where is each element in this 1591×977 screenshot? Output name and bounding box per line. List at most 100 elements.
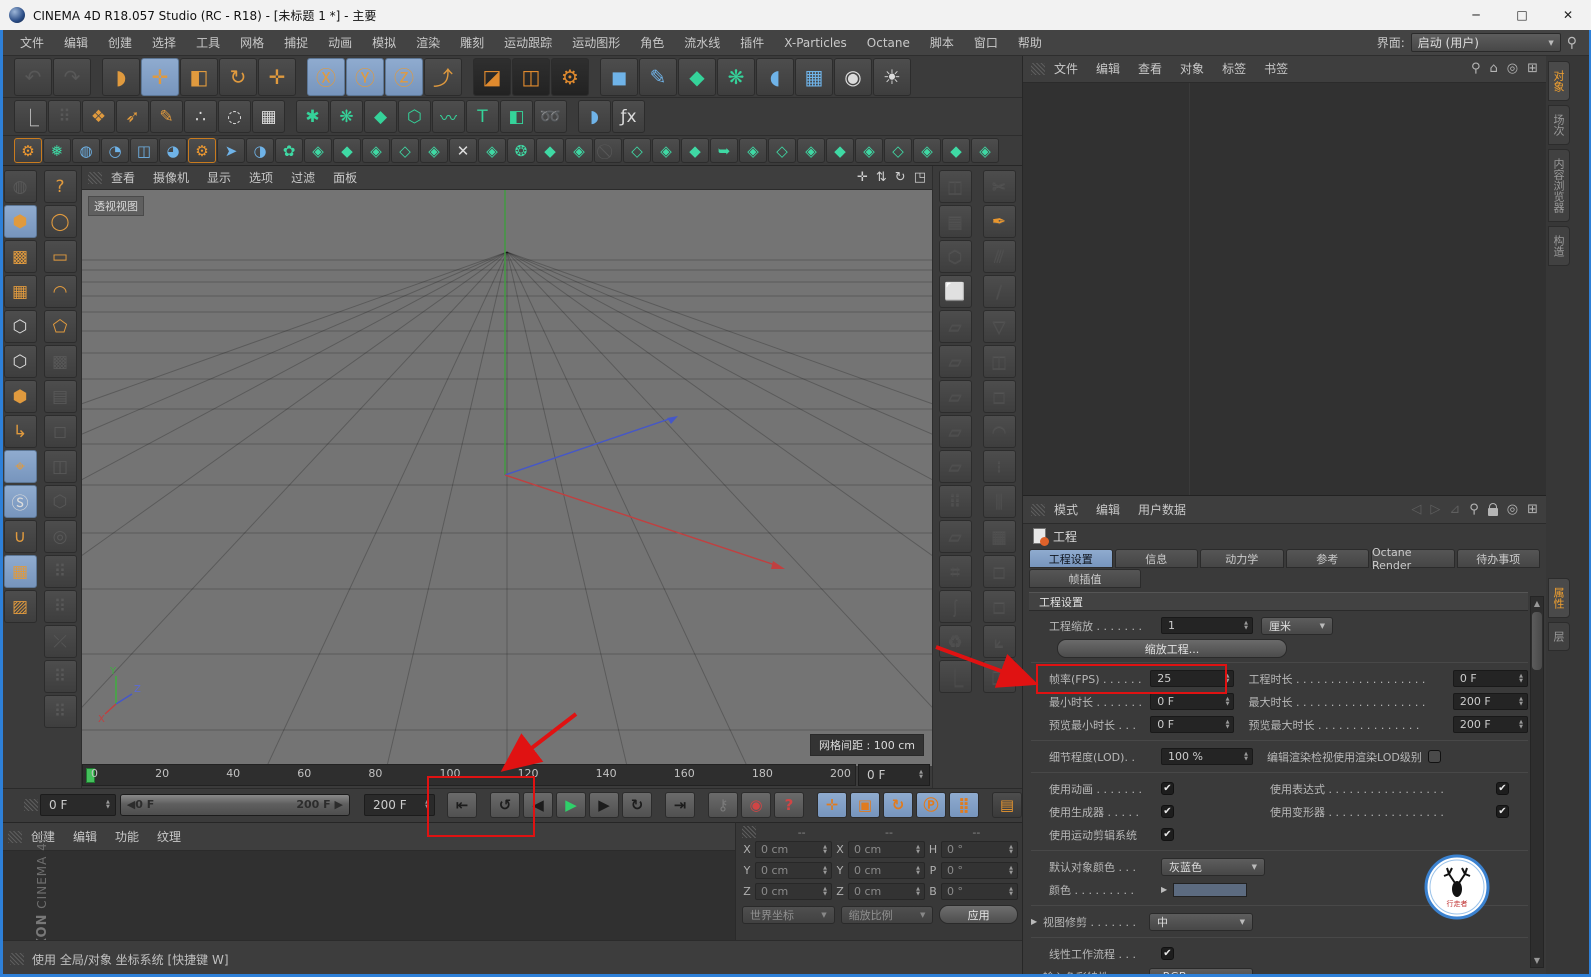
edges-mode-button[interactable]: ⬡ (4, 345, 37, 378)
lasso-selection-tool[interactable]: ◠ (44, 275, 77, 308)
render-settings-button[interactable]: ⚙ (551, 58, 589, 96)
menu-item[interactable]: 运动跟踪 (494, 34, 562, 51)
tab-info[interactable]: 信息 (1115, 549, 1199, 568)
xp-tool[interactable]: ◇ (391, 138, 419, 163)
viewport-solo-button[interactable]: ⌖ (4, 450, 37, 483)
world-coordinates-dropdown[interactable]: 世界坐标 (742, 906, 835, 924)
disabled-modeling-tool[interactable]: ▱ (939, 380, 972, 413)
xp-tool[interactable]: ✕ (449, 138, 477, 163)
color-swatch[interactable] (1173, 883, 1247, 897)
key-position-button[interactable]: ✛ (817, 792, 847, 818)
xp-tool[interactable]: ◈ (797, 138, 825, 163)
stepper[interactable] (423, 800, 431, 810)
disabled-modeling-tool[interactable]: ♻ (939, 625, 972, 658)
current-frame-field[interactable]: 0 F (858, 764, 930, 786)
disabled-modeling-tool[interactable]: ◠ (983, 415, 1016, 448)
disabled-tool[interactable]: ⤫ (44, 625, 77, 658)
xp-tool[interactable]: ❅ (43, 138, 71, 163)
disabled-modeling-tool[interactable]: ⬡ (939, 240, 972, 273)
panel-grip[interactable] (88, 172, 102, 184)
viewport-pan-icon[interactable]: ✛ (857, 170, 868, 185)
material-menu-item[interactable]: 纹理 (148, 828, 190, 845)
scale-z-field[interactable]: 0 cm (848, 883, 925, 900)
menu-item[interactable]: 捕捉 (274, 34, 318, 51)
autokeying-button[interactable]: ◉ (741, 792, 771, 818)
material-menu-item[interactable]: 编辑 (64, 828, 106, 845)
scale-project-button[interactable]: 缩放工程... (1057, 639, 1287, 658)
frame-range-slider[interactable]: ◀ 0 F 200 F ▶ (120, 794, 350, 816)
knife-tool[interactable]: ✒ (983, 205, 1016, 238)
xp-tool[interactable]: ◈ (652, 138, 680, 163)
linear-workflow-checkbox[interactable] (1161, 947, 1174, 960)
tab-key-interpolation[interactable]: 帧插值 (1029, 569, 1141, 588)
tab-project-settings[interactable]: 工程设置 (1029, 549, 1113, 568)
am-back-icon[interactable]: ◁ (1411, 502, 1421, 517)
live-selection-tool[interactable]: ◗ (102, 58, 140, 96)
disabled-tool[interactable]: ⠿ (44, 555, 77, 588)
disabled-tool[interactable]: ⠿ (44, 590, 77, 623)
am-menu-item[interactable]: 用户数据 (1129, 501, 1195, 518)
lock-z-axis-button[interactable]: Ⓩ (385, 58, 423, 96)
viewport-dolly-icon[interactable]: ⇅ (876, 170, 887, 185)
use-generators-checkbox[interactable] (1161, 805, 1174, 818)
xp-tool[interactable]: ◍ (72, 138, 100, 163)
menu-item[interactable]: X-Particles (774, 36, 857, 50)
tab-todo[interactable]: 待办事项 (1457, 549, 1541, 568)
disabled-modeling-tool[interactable]: ▱ (939, 345, 972, 378)
viewport-menu-item[interactable]: 过滤 (282, 169, 324, 186)
use-expressions-checkbox[interactable] (1496, 782, 1509, 795)
viewport-menu-item[interactable]: 查看 (102, 169, 144, 186)
disabled-modeling-tool[interactable]: ⫻ (983, 240, 1016, 273)
light-button[interactable]: ☀ (873, 58, 911, 96)
tab-reference[interactable]: 参考 (1286, 549, 1370, 568)
tab-dynamics[interactable]: 动力学 (1200, 549, 1284, 568)
om-add-panel-icon[interactable]: ⊞ (1527, 61, 1538, 76)
xp-tool[interactable]: ◈ (420, 138, 448, 163)
xp-tool[interactable]: ⚙ (188, 138, 216, 163)
disabled-modeling-tool[interactable]: ◫ (939, 170, 972, 203)
om-menu-item[interactable]: 书签 (1255, 60, 1297, 77)
disabled-tool[interactable]: ⠿ (44, 660, 77, 693)
panel-grip[interactable] (1031, 63, 1045, 75)
menu-item[interactable]: Octane (857, 36, 920, 50)
panel-tab-structure[interactable]: 构造 (1548, 226, 1570, 266)
project-time-field[interactable]: 0 F (1453, 670, 1528, 687)
undo-button[interactable]: ↶ (14, 58, 52, 96)
disabled-modeling-tool[interactable]: ◫ (983, 345, 1016, 378)
previous-frame-button[interactable]: ◀ (523, 792, 553, 818)
key-scale-button[interactable]: ▣ (850, 792, 880, 818)
viewport-menu-item[interactable]: 选项 (240, 169, 282, 186)
rot-h-field[interactable]: 0 ° (941, 841, 1018, 858)
goto-start-button[interactable]: ⇤ (447, 792, 477, 818)
panel-grip[interactable] (8, 831, 22, 843)
disabled-modeling-tool[interactable]: ◻ (983, 380, 1016, 413)
move-tool[interactable]: ✛ (141, 58, 179, 96)
panel-tab-takes[interactable]: 场次 (1548, 105, 1570, 145)
xp-tool[interactable]: ◇ (768, 138, 796, 163)
stepper[interactable] (917, 770, 925, 780)
grid-array-tool[interactable]: ▦ (252, 100, 285, 133)
key-parameter-button[interactable]: Ⓟ (916, 792, 946, 818)
min-time-field[interactable]: 0 F (1150, 693, 1234, 710)
interface-dropdown[interactable]: 启动 (用户) (1411, 33, 1561, 52)
om-home-icon[interactable]: ⌂ (1489, 61, 1497, 76)
chain-tool[interactable]: 〰 (432, 100, 465, 133)
key-pla-button[interactable]: ⣿ (949, 792, 979, 818)
stepper[interactable] (1517, 697, 1525, 707)
disabled-modeling-tool[interactable]: ◻ (983, 555, 1016, 588)
motion-system-button[interactable]: ▤ (992, 792, 1022, 818)
cage-points-tool[interactable]: ✱ (296, 100, 329, 133)
menu-item[interactable]: 模拟 (362, 34, 406, 51)
disabled-modeling-tool[interactable]: ⎿ (939, 660, 972, 693)
menu-item[interactable]: 工具 (186, 34, 230, 51)
circle-points-tool[interactable]: ◌ (218, 100, 251, 133)
disabled-tool[interactable]: ⬡ (44, 485, 77, 518)
lod-field[interactable]: 100 % (1161, 748, 1253, 765)
apply-button[interactable]: 应用 (939, 905, 1018, 924)
xp-tool[interactable]: ◈ (304, 138, 332, 163)
help-commander-button[interactable]: ? (44, 170, 77, 203)
stepper[interactable] (104, 800, 112, 810)
maximize-button[interactable]: □ (1499, 0, 1545, 30)
project-scale-field[interactable]: 1 (1161, 617, 1253, 634)
preview-max-time-field[interactable]: 200 F (1453, 716, 1528, 733)
